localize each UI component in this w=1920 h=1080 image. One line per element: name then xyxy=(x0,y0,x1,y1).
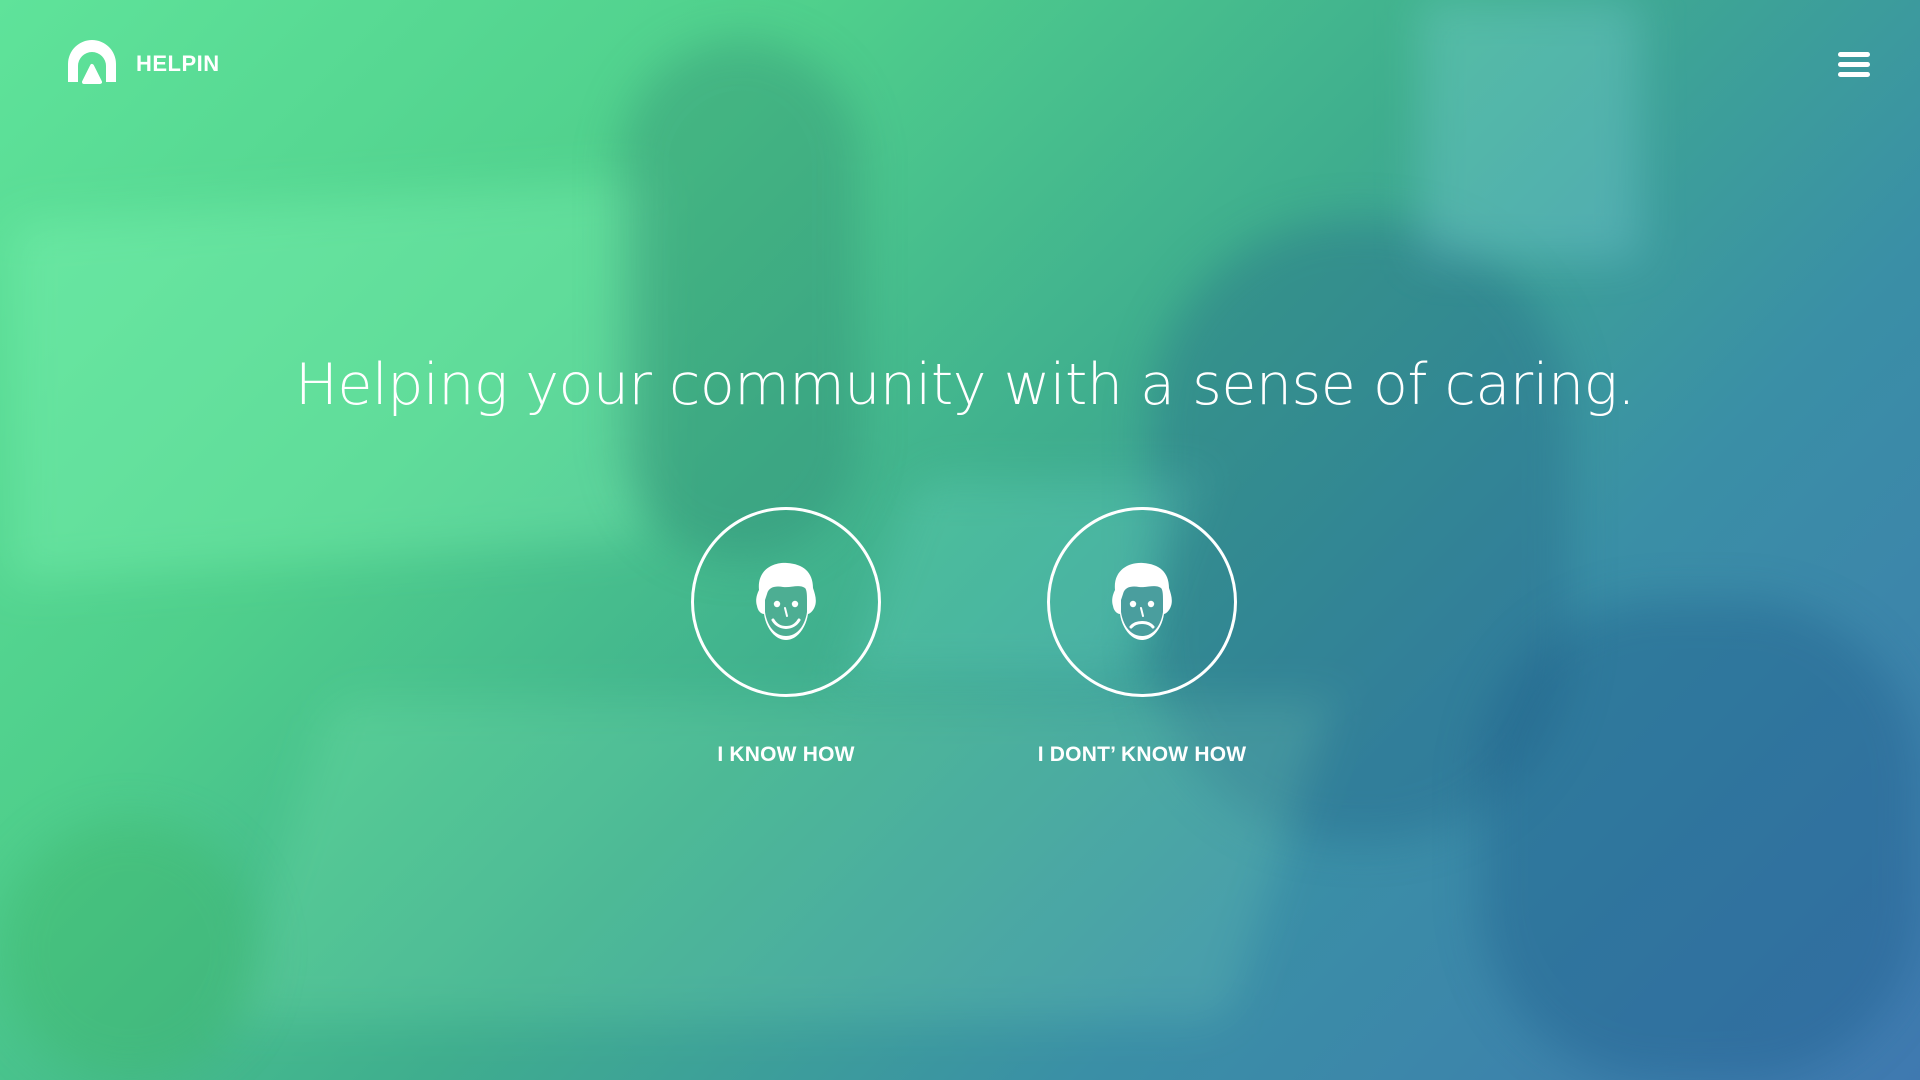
smiling-face-icon xyxy=(756,562,816,640)
i-know-how-circle[interactable] xyxy=(691,507,881,697)
hero-headline: Helping your community with a sense of c… xyxy=(295,352,1636,418)
i-dont-know-how-circle[interactable] xyxy=(1047,507,1237,697)
arch-logo-icon xyxy=(68,40,116,84)
site-header: HELPIN xyxy=(0,0,1920,130)
brand-logo-link[interactable]: HELPIN xyxy=(66,38,220,90)
i-dont-know-how-label[interactable]: I DONT’ KNOW HOW xyxy=(1012,743,1272,767)
frowning-face-icon xyxy=(1112,562,1172,640)
i-dont-know-how-button[interactable]: I DONT’ KNOW HOW xyxy=(1012,507,1272,767)
i-know-how-button[interactable]: I KNOW HOW xyxy=(656,507,916,767)
i-know-how-label[interactable]: I KNOW HOW xyxy=(656,743,916,767)
background-photo-overlay xyxy=(0,0,1920,1080)
hamburger-menu-icon[interactable] xyxy=(1838,52,1870,78)
brand-name: HELPIN xyxy=(136,51,220,76)
